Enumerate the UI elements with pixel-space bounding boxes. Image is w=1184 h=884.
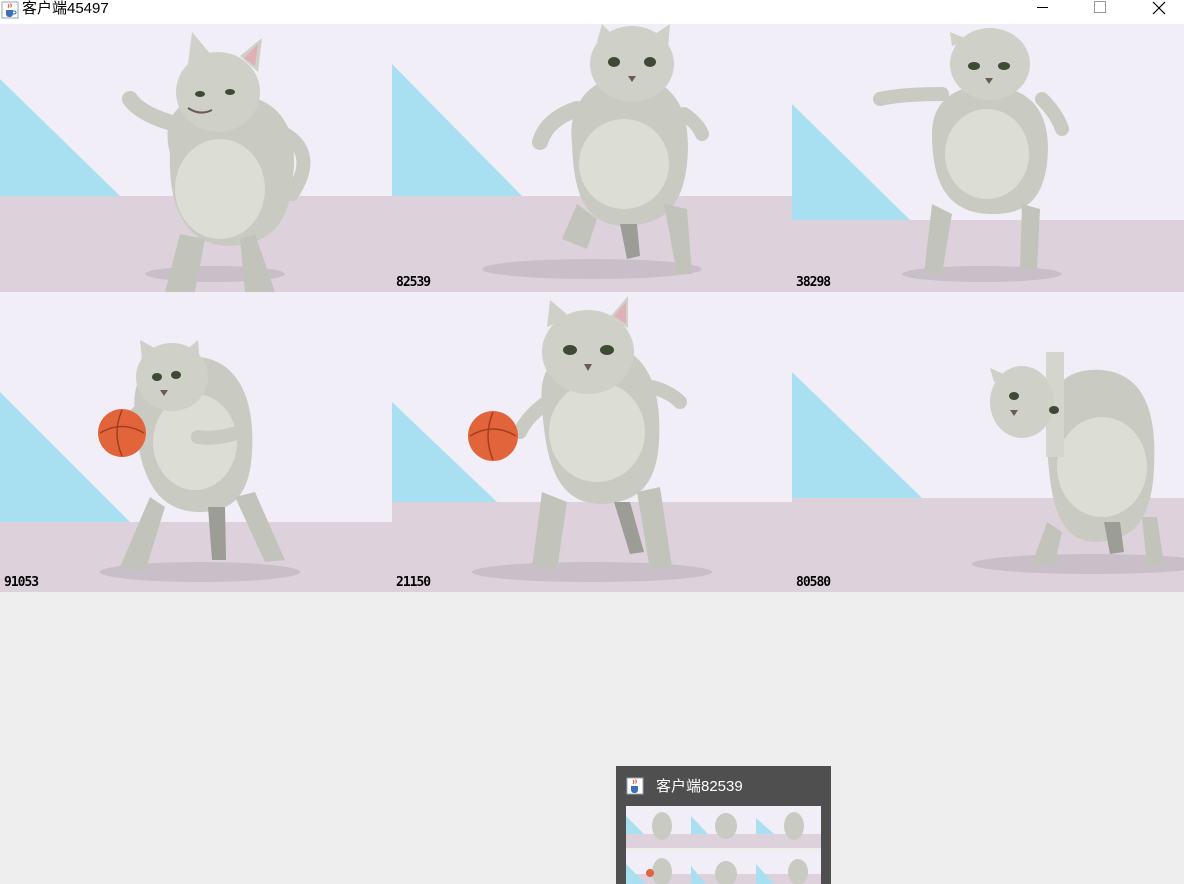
close-button[interactable] [1136,0,1182,18]
minimize-button[interactable] [1019,0,1065,18]
cat-video-frame [392,24,792,292]
client-preview-popup[interactable]: 客户端82539 [616,766,831,884]
maximize-icon [1094,1,1106,13]
minimize-icon [1037,7,1048,8]
title-bar: 客户端45497 [0,0,1184,24]
maximize-button[interactable] [1077,0,1123,18]
thumbnail-grid [626,806,821,884]
video-tile[interactable] [0,24,392,292]
video-tile[interactable]: 21150 [392,292,792,592]
cat-video-frame [392,292,792,592]
client-id-label: 91053 [4,575,39,590]
video-tile[interactable]: 91053 [0,292,392,592]
video-tile[interactable]: 38298 [792,24,1184,292]
java-coffee-icon[interactable] [1,1,19,19]
cat-video-frame [0,292,392,592]
video-grid: 82539 38298 91053 21150 80580 [0,24,1184,592]
client-id-label: 80580 [796,575,831,590]
cat-video-frame [792,24,1184,292]
cat-video-frame [0,24,392,292]
cat-video-frame [792,292,1184,592]
video-tile[interactable]: 80580 [792,292,1184,592]
popup-title: 客户端82539 [656,778,743,795]
client-id-label: 82539 [396,275,431,290]
client-id-label: 38298 [796,275,831,290]
java-coffee-icon [626,777,644,795]
popup-thumbnail[interactable] [626,806,821,884]
window-title: 客户端45497 [22,0,109,17]
video-tile[interactable]: 82539 [392,24,792,292]
close-icon [1152,1,1166,15]
client-id-label: 21150 [396,575,431,590]
